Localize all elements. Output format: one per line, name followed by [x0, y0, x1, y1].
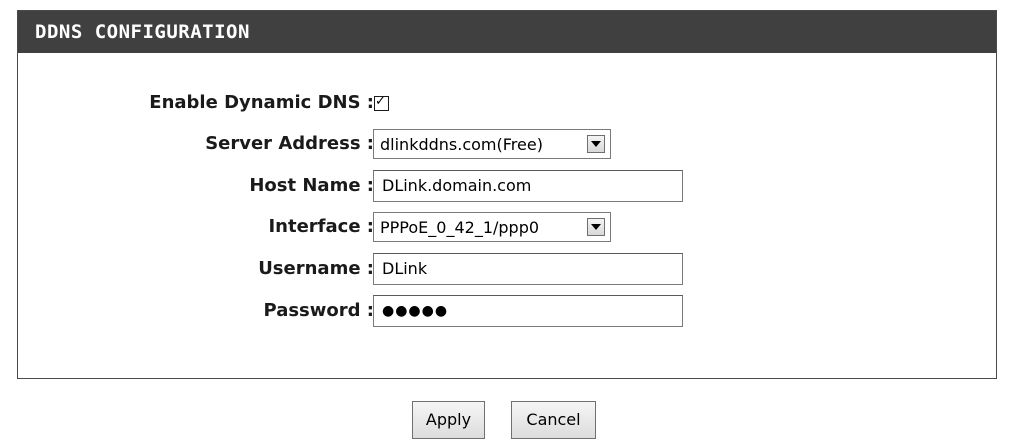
password-label: Password :: [263, 300, 374, 321]
host-name-input[interactable]: DLink.domain.com: [373, 170, 683, 202]
ddns-configuration-panel: DDNS CONFIGURATION Enable Dynamic DNS : …: [17, 10, 997, 379]
server-address-row: Server Address : dlinkddns.com(Free): [18, 124, 996, 164]
interface-label: Interface :: [268, 216, 374, 237]
host-name-row: Host Name : DLink.domain.com: [18, 166, 996, 206]
username-input[interactable]: DLink: [373, 253, 683, 285]
enable-ddns-row: Enable Dynamic DNS : ✓: [18, 83, 996, 123]
interface-value: PPPoE_0_42_1/ppp0: [380, 217, 540, 237]
password-input[interactable]: ●●●●●: [373, 295, 683, 327]
cancel-button[interactable]: Cancel: [511, 401, 596, 439]
interface-row: Interface : PPPoE_0_42_1/ppp0: [18, 207, 996, 247]
enable-ddns-checkbox[interactable]: ✓: [374, 93, 389, 111]
password-row: Password : ●●●●●: [18, 291, 996, 331]
interface-select[interactable]: PPPoE_0_42_1/ppp0: [373, 212, 611, 242]
dropdown-arrow-icon[interactable]: [587, 135, 605, 153]
checkmark-icon: ✓: [375, 93, 386, 109]
username-label: Username :: [258, 258, 374, 279]
enable-ddns-label: Enable Dynamic DNS :: [149, 92, 374, 113]
dropdown-arrow-icon[interactable]: [587, 218, 605, 236]
apply-button[interactable]: Apply: [412, 401, 485, 439]
username-row: Username : DLink: [18, 249, 996, 289]
host-name-label: Host Name :: [249, 175, 374, 196]
server-address-select[interactable]: dlinkddns.com(Free): [373, 129, 611, 159]
server-address-label: Server Address :: [205, 133, 374, 154]
server-address-value: dlinkddns.com(Free): [380, 134, 543, 154]
section-title: DDNS CONFIGURATION: [18, 11, 996, 53]
